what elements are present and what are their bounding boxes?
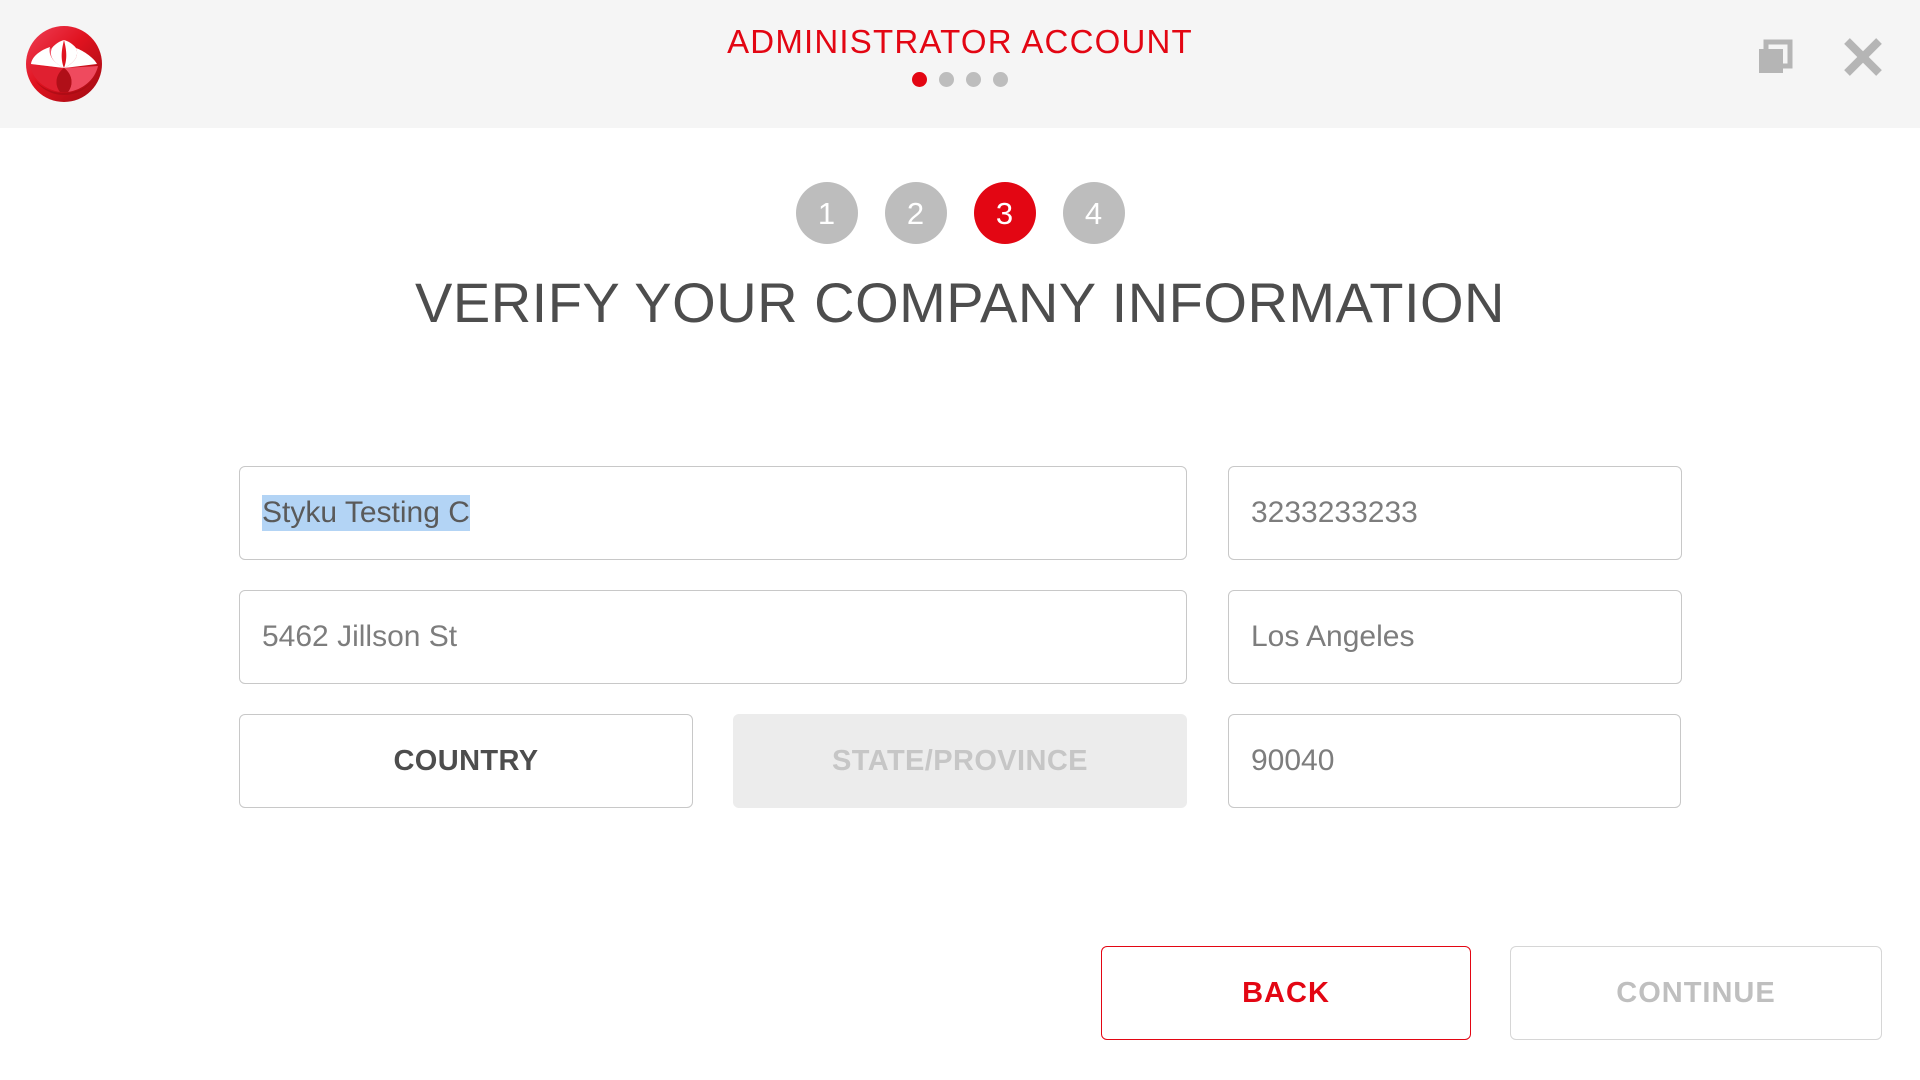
progress-dot-2: [939, 72, 954, 87]
city-value: Los Angeles: [1251, 620, 1415, 653]
step-4[interactable]: 4: [1062, 182, 1125, 244]
window-controls: [1752, 34, 1886, 80]
close-icon: [1844, 38, 1882, 76]
zip-value: 90040: [1251, 744, 1335, 777]
app-title: ADMINISTRATOR ACCOUNT: [727, 23, 1193, 60]
admin-account-wizard-window: ADMINISTRATOR ACCOUNT 1 2 3 4 VERIFY YOU…: [0, 0, 1920, 1080]
address-value: 5462 Jillson St: [262, 620, 458, 653]
city-input[interactable]: Los Angeles: [1228, 590, 1682, 684]
back-button[interactable]: BACK: [1101, 946, 1471, 1040]
company-name-input[interactable]: Styku Testing C: [239, 466, 1187, 560]
company-information-form: Styku Testing C 3233233233 5462 Jillson …: [0, 466, 1920, 811]
phone-value: 3233233233: [1251, 496, 1418, 529]
continue-button: CONTINUE: [1510, 946, 1882, 1040]
title-bar-center: ADMINISTRATOR ACCOUNT: [0, 22, 1920, 87]
close-button[interactable]: [1840, 34, 1886, 80]
address-input[interactable]: 5462 Jillson St: [239, 590, 1187, 684]
company-name-value: Styku Testing C: [262, 495, 470, 531]
country-dropdown-label: COUNTRY: [393, 744, 539, 777]
progress-dots: [0, 72, 1920, 87]
progress-dot-3: [966, 72, 981, 87]
step-3[interactable]: 3: [973, 182, 1036, 244]
step-1[interactable]: 1: [795, 182, 858, 244]
state-province-dropdown: STATE/PROVINCE: [733, 714, 1187, 808]
restore-window-button[interactable]: [1752, 34, 1798, 80]
page-title: VERIFY YOUR COMPANY INFORMATION: [415, 271, 1505, 334]
step-2[interactable]: 2: [884, 182, 947, 244]
phone-input[interactable]: 3233233233: [1228, 466, 1682, 560]
restore-window-icon: [1759, 39, 1793, 73]
title-bar: ADMINISTRATOR ACCOUNT: [0, 0, 1920, 128]
country-dropdown[interactable]: COUNTRY: [239, 714, 693, 808]
progress-dot-4: [993, 72, 1008, 87]
zip-input[interactable]: 90040: [1228, 714, 1681, 808]
progress-dot-1: [912, 72, 927, 87]
state-province-dropdown-label: STATE/PROVINCE: [832, 744, 1088, 777]
step-indicator: 1 2 3 4: [0, 182, 1920, 244]
wizard-footer: BACK CONTINUE: [0, 946, 1920, 1046]
